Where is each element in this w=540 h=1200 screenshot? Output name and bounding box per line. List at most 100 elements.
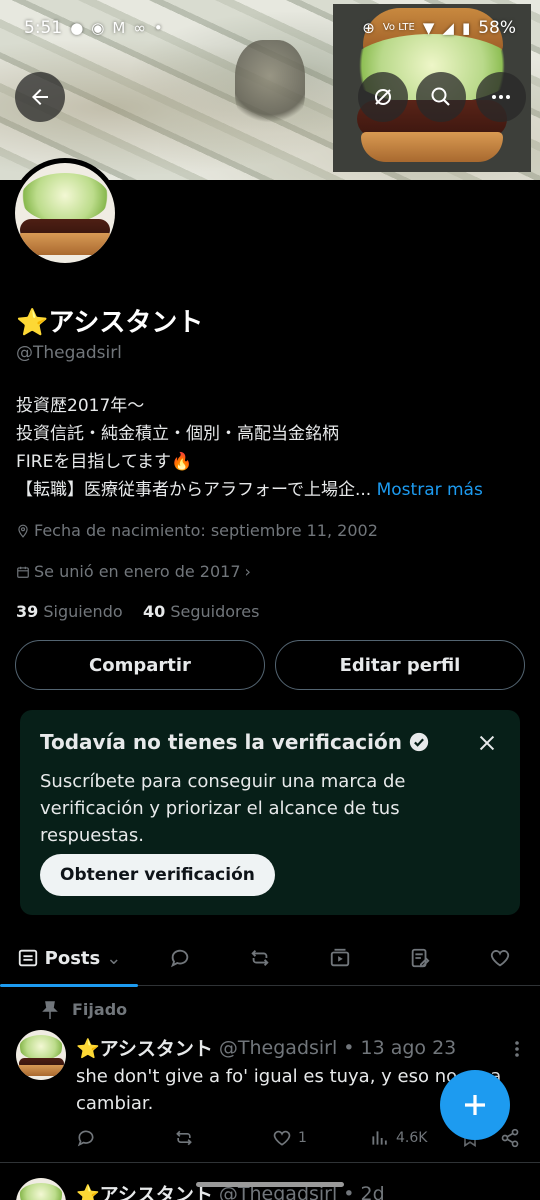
post-date[interactable]: 2d xyxy=(361,1183,385,1200)
chevron-right-icon: › xyxy=(244,562,251,581)
status-time: 5:51 xyxy=(24,18,63,38)
share-icon xyxy=(501,1128,519,1148)
grok-button[interactable] xyxy=(358,72,408,122)
profile-avatar[interactable] xyxy=(10,158,120,268)
verified-badge-icon xyxy=(409,732,429,752)
pinned-label: Fijado xyxy=(72,1000,128,1019)
like-count: 1 xyxy=(298,1130,307,1146)
search-button[interactable] xyxy=(416,72,466,122)
tab-replies[interactable] xyxy=(150,930,210,986)
profile-handle: @Thegadsirl xyxy=(16,343,122,363)
tab-posts[interactable]: Posts ⌄ xyxy=(0,930,138,987)
heart-icon xyxy=(490,950,510,967)
whatsapp-icon: ◉ xyxy=(91,18,105,37)
following-label: Siguiendo xyxy=(43,602,123,621)
gmail-icon: M xyxy=(112,18,126,37)
like-button[interactable]: 1 xyxy=(272,1122,307,1154)
location-pin-icon xyxy=(18,524,28,538)
active-tab-indicator xyxy=(0,984,138,987)
messenger-icon: ● xyxy=(70,18,84,37)
reply-icon xyxy=(170,949,189,968)
tab-media[interactable] xyxy=(310,930,370,986)
post-more-icon[interactable] xyxy=(514,1040,520,1058)
profile-name: ⭐アシスタント xyxy=(16,308,204,338)
posts-icon xyxy=(18,949,37,967)
view-count: 4.6K xyxy=(396,1130,428,1146)
reply-button[interactable] xyxy=(76,1122,96,1154)
volte-icon: Vo LTE xyxy=(382,22,415,33)
plus-icon xyxy=(465,1095,485,1115)
verification-title: Todavía no tienes la verificación xyxy=(40,730,402,754)
pin-icon xyxy=(42,1000,58,1019)
tab-articles[interactable] xyxy=(390,930,450,986)
share-button[interactable]: Compartir xyxy=(15,640,265,690)
verification-body: Suscríbete para conseguir una marca de v… xyxy=(40,771,406,846)
views-chart-icon xyxy=(372,1131,387,1145)
bio-line: FIREを目指してます🔥 xyxy=(16,452,193,472)
reply-icon xyxy=(77,1130,94,1147)
post-header: ⭐アシスタント @Thegadsirl • 13 ago 23 xyxy=(76,1034,456,1061)
repost-icon xyxy=(176,1130,192,1146)
repost-button[interactable] xyxy=(174,1122,194,1154)
data-saver-icon: ⊕ xyxy=(362,18,375,37)
post-author-name[interactable]: ⭐アシスタント xyxy=(76,1034,213,1061)
more-options-button[interactable] xyxy=(476,72,526,122)
followers-label: Seguidores xyxy=(170,602,260,621)
bio-line: 投資信託・純金積立・個別・高配当金銘柄 xyxy=(16,424,339,444)
post-author-handle[interactable]: @Thegadsirl xyxy=(219,1037,337,1059)
heart-icon xyxy=(273,1130,291,1146)
profile-bio: 投資歴2017年〜 投資信託・純金積立・個別・高配当金銘柄 FIREを目指してま… xyxy=(16,392,531,504)
joined-text: Se unió en enero de 2017 xyxy=(34,562,241,581)
bio-line: 【転職】医療従事者からアラフォーで上場企... xyxy=(16,480,372,500)
verification-title-row: Todavía no tienes la verificación xyxy=(40,730,500,754)
article-icon xyxy=(411,948,430,968)
chevron-down-icon: ⌄ xyxy=(106,947,122,969)
tab-likes[interactable] xyxy=(470,930,530,986)
joined-row[interactable]: Se unió en enero de 2017 › xyxy=(16,562,251,581)
post-separator: • xyxy=(343,1036,355,1059)
follow-stats: 39 Siguiendo 40 Seguidores xyxy=(16,602,259,621)
grok-icon xyxy=(375,89,391,105)
tab-reposts[interactable] xyxy=(230,930,290,986)
get-verification-button[interactable]: Obtener verificación xyxy=(40,854,275,896)
post-separator: • xyxy=(343,1182,355,1200)
following-count: 39 xyxy=(16,602,39,621)
status-bar: 5:51 ● ◉ M ∞ • ⊕ Vo LTE ▼ ◢ ▮ 58% xyxy=(0,0,540,56)
tab-posts-label: Posts xyxy=(44,947,101,969)
views-button[interactable]: 4.6K xyxy=(370,1122,427,1154)
birthday-row: Fecha de nacimiento: septiembre 11, 2002 xyxy=(16,521,378,540)
post-avatar[interactable] xyxy=(16,1030,66,1080)
back-button[interactable] xyxy=(15,72,65,122)
dot-icon: • xyxy=(153,18,163,37)
profile-screen: 5:51 ● ◉ M ∞ • ⊕ Vo LTE ▼ ◢ ▮ 58% ⭐アシスタン… xyxy=(0,0,540,1200)
battery-icon: ▮ xyxy=(461,18,471,37)
voicemail-icon: ∞ xyxy=(133,18,146,37)
more-horizontal-icon xyxy=(492,95,510,99)
search-icon xyxy=(431,87,450,106)
share-post-button[interactable] xyxy=(500,1122,520,1154)
calendar-icon xyxy=(17,566,29,578)
arrow-left-icon xyxy=(32,89,48,105)
verification-card: Todavía no tienes la verificación Suscrí… xyxy=(20,710,520,915)
post-divider xyxy=(0,1162,540,1163)
pinned-indicator: Fijado xyxy=(42,1000,127,1019)
media-icon xyxy=(330,948,350,967)
post-date[interactable]: 13 ago 23 xyxy=(361,1037,457,1059)
bio-line: 投資歴2017年〜 xyxy=(16,396,145,416)
birthday-text: Fecha de nacimiento: septiembre 11, 2002 xyxy=(34,521,378,540)
show-more-link[interactable]: Mostrar más xyxy=(377,480,483,500)
followers-count: 40 xyxy=(142,602,166,621)
compose-post-button[interactable] xyxy=(440,1070,510,1140)
edit-profile-button[interactable]: Editar perfil xyxy=(275,640,525,690)
post-author-name[interactable]: ⭐アシスタント xyxy=(76,1180,213,1200)
repost-icon xyxy=(251,950,269,966)
home-indicator[interactable] xyxy=(196,1182,344,1187)
close-icon[interactable] xyxy=(476,732,498,754)
profile-tabs: Posts ⌄ xyxy=(0,930,540,987)
signal-icon: ◢ xyxy=(442,18,454,37)
battery-percent: 58% xyxy=(478,18,516,38)
followers-link[interactable]: 40 Seguidores xyxy=(143,602,259,621)
post-avatar[interactable] xyxy=(16,1178,66,1200)
following-link[interactable]: 39 Siguiendo xyxy=(16,602,123,621)
wifi-icon: ▼ xyxy=(422,18,435,37)
